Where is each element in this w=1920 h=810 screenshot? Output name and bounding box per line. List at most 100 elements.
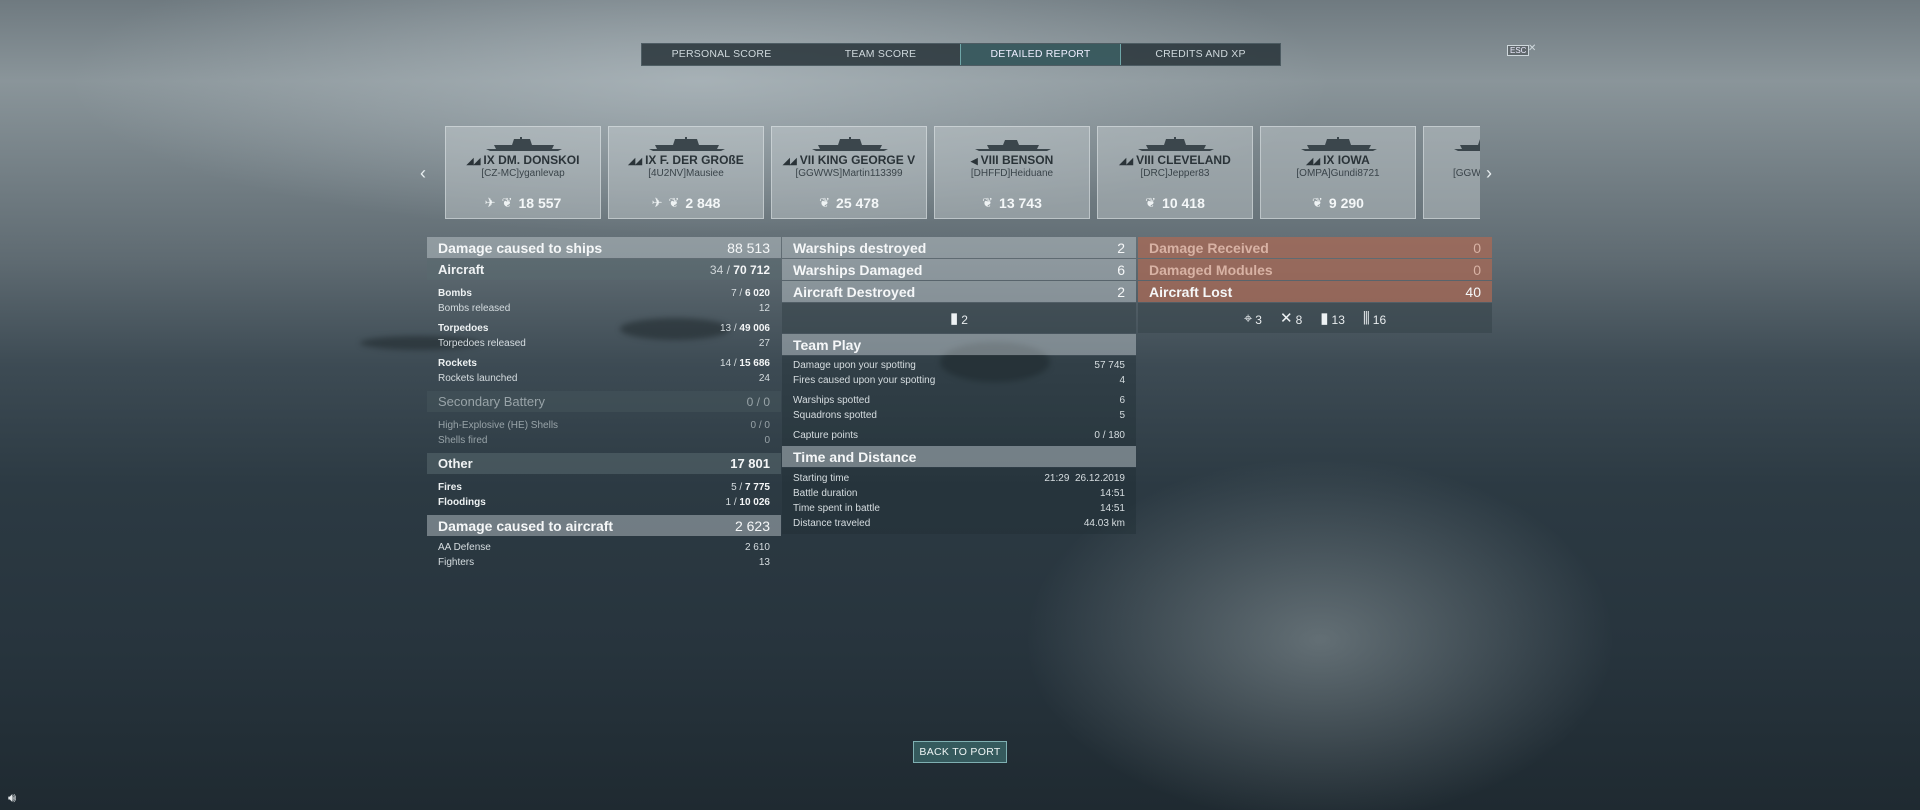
player-name: [GGWWS]Martin113399 [795, 168, 903, 179]
aa-defense-row: AA Defense 2 610 [438, 542, 770, 553]
floodings-row: Floodings 1 / 10 026 [438, 497, 770, 508]
he-shells-row: High-Explosive (HE) Shells 0 / 0 [438, 420, 770, 431]
warships-destroyed-row: Warships destroyed 2 [782, 237, 1136, 258]
combat-panel: Warships destroyed 2 Warships Damaged 6 … [782, 237, 1136, 534]
ship-silhouette-icon [975, 140, 1051, 151]
ship-silhouette-icon [1138, 137, 1214, 151]
ship-silhouette-icon [1301, 137, 1377, 151]
ship-silhouette-icon [812, 137, 888, 151]
ship-name: ◢◢ IX IOWA [1306, 153, 1370, 167]
bomb-icon: ▮ [950, 310, 959, 327]
ship-name: ◀ VIII BENSON [970, 153, 1054, 167]
rockets-launched-row: Rockets launched 24 [438, 373, 770, 384]
aircraft-destroyed-icons: ▮ 2 [782, 303, 1136, 333]
cruiser-class-icon: ◢◢ [1119, 156, 1134, 166]
player-name: [GGW [1453, 168, 1480, 179]
battle-duration-row: Battle duration 14:51 [793, 488, 1125, 499]
ship-stats: ❦ 25 478 [772, 195, 926, 211]
aircraft-destroyed-row: Aircraft Destroyed 2 [782, 281, 1136, 302]
ship-card[interactable]: ◢◢ VII KING GEORGE V [GGWWS]Martin113399 … [771, 126, 927, 219]
shells-fired-row: Shells fired 0 [438, 435, 770, 446]
squadrons-spotted-row: Squadrons spotted 5 [793, 410, 1125, 421]
laurel-score-icon: ❦ [668, 195, 680, 210]
ship-silhouette-icon [649, 137, 725, 151]
damage-spotting-row: Damage upon your spotting 57 745 [793, 360, 1125, 371]
ship-card[interactable]: [GGW [1423, 126, 1480, 219]
battleship-class-icon: ◢◢ [1306, 156, 1321, 166]
laurel-score-icon: ❦ [501, 195, 513, 210]
player-name: [DRC]Jepper83 [1140, 168, 1210, 179]
ship-score: 9 290 [1328, 195, 1364, 211]
speaker-icon[interactable]: 🔊︎ [8, 790, 16, 806]
ship-score: 25 478 [836, 195, 879, 211]
carousel-next-arrow[interactable]: › [1486, 163, 1492, 184]
damaged-modules-row: Damaged Modules 0 [1138, 259, 1492, 280]
carousel-prev-arrow[interactable]: ‹ [420, 163, 426, 184]
ship-card[interactable]: ◢◢ IX DM. DONSKOI [CZ-MC]yganlevap ✈ ❦ 18… [445, 126, 601, 219]
player-name: [4U2NV]Mausiee [648, 168, 724, 179]
secondary-battery-row: Secondary Battery 0 / 0 [427, 391, 781, 412]
tab-credits-and-xp[interactable]: CREDITS AND XP [1121, 44, 1280, 65]
damage-ships-row: Damage caused to ships 88 513 [427, 237, 781, 258]
ship-silhouette-icon [1454, 139, 1480, 151]
fires-row: Fires 5 / 7 775 [438, 482, 770, 493]
ship-name: ◢◢ IX DM. DONSKOI [466, 153, 580, 167]
warships-spotted-row: Warships spotted 6 [793, 395, 1125, 406]
esc-key-icon[interactable]: ESC [1507, 45, 1530, 56]
bomb-icon: ▮ [1320, 310, 1329, 327]
team-play-header: Team Play [782, 334, 1136, 355]
laurel-score-icon: ❦ [1145, 195, 1157, 210]
torpedoes-row: Torpedoes 13 / 49 006 [438, 323, 770, 334]
time-in-battle-row: Time spent in battle 14:51 [793, 503, 1125, 514]
bombs-row: Bombs 7 / 6 020 [438, 288, 770, 299]
damage-aircraft-row: Damage caused to aircraft 2 623 [427, 515, 781, 536]
ship-carousel: ◢◢ IX DM. DONSKOI [CZ-MC]yganlevap ✈ ❦ 18… [445, 126, 1480, 219]
bombs-released-row: Bombs released 12 [438, 303, 770, 314]
damage-panel: Damage caused to ships 88 513 Aircraft 3… [427, 237, 781, 570]
laurel-score-icon: ❦ [1312, 195, 1323, 210]
ship-card[interactable]: ◢◢ IX F. DER GROßE [4U2NV]Mausiee ✈ ❦ 2 8… [608, 126, 764, 219]
team-play-section: Damage upon your spotting 57 745 Fires c… [782, 356, 1136, 446]
close-icon[interactable]: ✕ [1528, 43, 1536, 54]
aircraft-lost-row: Aircraft Lost 40 [1138, 281, 1492, 302]
starting-time-row: Starting time 21:29 26.12.2019 [793, 473, 1125, 484]
crosshair-icon: ⌖ [1243, 309, 1253, 327]
back-to-port-button[interactable]: BACK TO PORT [913, 741, 1007, 763]
plane-icon: ✈ [651, 195, 663, 210]
rockets-icon: ⫼ [1362, 309, 1370, 327]
ship-card[interactable]: ◢◢ IX IOWA [OMPA]Gundi8721 ❦ 9 290 [1260, 126, 1416, 219]
ship-score: 18 557 [518, 195, 562, 211]
aircraft-lost-icons: ⌖ 3 ✕ 8 ▮ 13 ⫼ 16 [1138, 303, 1492, 333]
ship-stats: ❦ 10 418 [1098, 195, 1252, 211]
ship-stats: ❦ 13 743 [935, 195, 1089, 211]
battleship-class-icon: ◢◢ [628, 156, 643, 166]
ship-stats: ✈ ❦ 18 557 [446, 195, 600, 211]
ship-score: 2 848 [685, 195, 721, 211]
losses-panel: Damage Received 0 Damaged Modules 0 Airc… [1138, 237, 1492, 334]
capture-points-row: Capture points 0 / 180 [793, 430, 1125, 441]
fighters-row: Fighters 13 [438, 557, 770, 568]
aircraft-row: Aircraft 34 / 70 712 [427, 259, 781, 280]
time-distance-header: Time and Distance [782, 446, 1136, 467]
torpedoes-released-row: Torpedoes released 27 [438, 338, 770, 349]
laurel-score-icon: ❦ [819, 195, 831, 210]
player-name: [OMPA]Gundi8721 [1296, 168, 1380, 179]
tab-bar: PERSONAL SCORE TEAM SCORE DETAILED REPOR… [641, 43, 1281, 66]
tab-personal-score[interactable]: PERSONAL SCORE [642, 44, 801, 65]
ship-name: ◢◢ VII KING GEORGE V [782, 153, 916, 167]
ship-card[interactable]: ◢◢ VIII CLEVELAND [DRC]Jepper83 ❦ 10 418 [1097, 126, 1253, 219]
battleship-class-icon: ◢◢ [782, 156, 797, 166]
ship-stats: ✈ ❦ 2 848 [609, 195, 763, 211]
cruiser-class-icon: ◢◢ [466, 156, 481, 166]
tab-team-score[interactable]: TEAM SCORE [801, 44, 960, 65]
ship-score: 13 743 [999, 195, 1042, 211]
destroyer-class-icon: ◀ [970, 156, 978, 166]
player-name: [CZ-MC]yganlevap [481, 168, 565, 179]
ship-card[interactable]: ◀ VIII BENSON [DHFFD]Heiduane ❦ 13 743 [934, 126, 1090, 219]
tab-detailed-report[interactable]: DETAILED REPORT [960, 44, 1121, 65]
time-distance-section: Starting time 21:29 26.12.2019 Battle du… [782, 468, 1136, 534]
rockets-row: Rockets 14 / 15 686 [438, 358, 770, 369]
other-row: Other 17 801 [427, 453, 781, 474]
ship-stats: ❦ 9 290 [1261, 195, 1415, 211]
distance-traveled-row: Distance traveled 44.03 km [793, 518, 1125, 529]
